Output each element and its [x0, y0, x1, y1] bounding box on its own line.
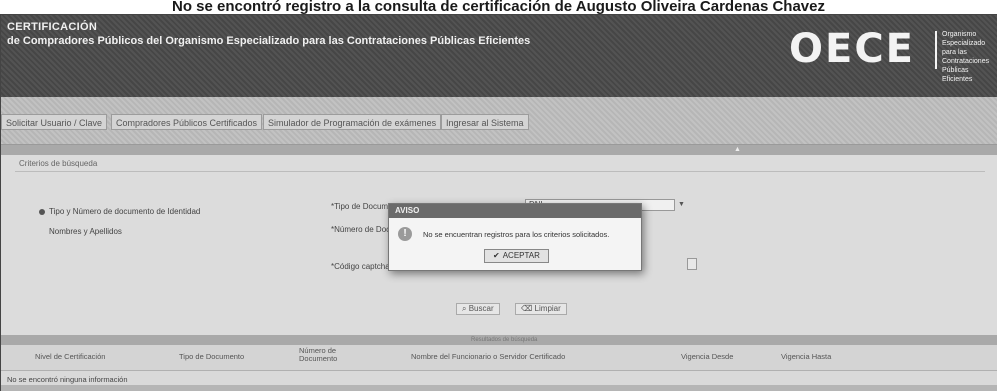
accept-button-label: ACEPTAR	[502, 251, 540, 260]
radio-document-label: Tipo y Número de documento de Identidad	[49, 207, 201, 216]
col-nombre-funcionario: Nombre del Funcionario o Servidor Certif…	[411, 352, 566, 361]
captcha-label: *Código captcha	[331, 262, 390, 271]
search-icon: ⌕	[462, 304, 467, 313]
col-tipo-documento: Tipo de Documento	[179, 352, 245, 361]
col-vigencia-desde: Vigencia Desde	[681, 352, 734, 361]
menu-solicitar-usuario[interactable]: Solicitar Usuario / Clave	[1, 114, 108, 130]
results-footer-bar	[1, 385, 997, 391]
col-vigencia-hasta: Vigencia Hasta	[781, 352, 832, 361]
col-nivel-certificacion: Nivel de Certificación	[35, 352, 106, 361]
logo-wordmark: OECE	[789, 26, 916, 72]
empty-results-message: No se encontró ninguna información	[7, 375, 128, 384]
logo-subtitle: Organismo Especializado para las Contrat…	[942, 31, 990, 83]
results-bar-label: Resultados de búsqueda	[471, 337, 538, 343]
section-header-bar: ▲	[1, 145, 997, 155]
warning-icon: !	[398, 227, 412, 241]
oece-logo: OECE Organismo Especializado para las Co…	[785, 26, 997, 83]
header-title: CERTIFICACIÓN	[7, 21, 98, 33]
header-subtitle: de Compradores Públicos del Organismo Es…	[7, 35, 531, 47]
accept-button[interactable]: ✔ ACEPTAR	[484, 249, 549, 263]
dialog-message: No se encuentran registros para los crit…	[423, 230, 610, 239]
alert-dialog: AVISO ! No se encuentran registros para …	[388, 203, 642, 271]
collapse-arrow-icon[interactable]: ▲	[734, 145, 741, 155]
chevron-down-icon[interactable]: ▼	[678, 201, 685, 208]
main-menu: Solicitar Usuario / Clave Compradores Pú…	[1, 97, 997, 145]
radio-selected-icon[interactable]	[39, 208, 45, 215]
menu-compradores-certificados[interactable]: Compradores Públicos Certificados	[111, 114, 263, 130]
results-table-header: Nivel de Certificación Tipo de Documento…	[1, 345, 997, 371]
results-header-bar: Resultados de búsqueda	[1, 335, 997, 345]
browser-screenshot: CERTIFICACIÓN de Compradores Públicos de…	[0, 14, 997, 391]
clear-button-label: Limpiar	[534, 304, 561, 313]
col-numero-documento: Número de Documento	[299, 346, 338, 363]
page-caption: No se encontró registro a la consulta de…	[172, 0, 825, 14]
menu-simulador[interactable]: Simulador de Programación de exámenes	[263, 114, 442, 130]
captcha-refresh-button[interactable]	[687, 258, 697, 270]
search-button-label: Buscar	[468, 304, 494, 313]
radio-names-option[interactable]: Nombres y Apellidos	[49, 227, 122, 236]
clear-icon: ⌫	[521, 304, 533, 313]
menu-ingresar-sistema[interactable]: Ingresar al Sistema	[441, 114, 529, 130]
search-button[interactable]: ⌕ Buscar	[456, 303, 500, 315]
checkmark-icon: ✔	[493, 251, 500, 260]
dialog-header: AVISO	[389, 204, 641, 218]
dialog-title: AVISO	[395, 206, 420, 215]
radio-document-option[interactable]: Tipo y Número de documento de Identidad	[39, 207, 200, 216]
clear-button[interactable]: ⌫ Limpiar	[515, 303, 567, 315]
logo-divider	[935, 31, 937, 69]
header-banner: CERTIFICACIÓN de Compradores Públicos de…	[1, 15, 997, 97]
radio-names-label: Nombres y Apellidos	[49, 227, 122, 236]
criteria-divider	[15, 171, 985, 172]
criteria-title: Criterios de búsqueda	[19, 159, 98, 168]
